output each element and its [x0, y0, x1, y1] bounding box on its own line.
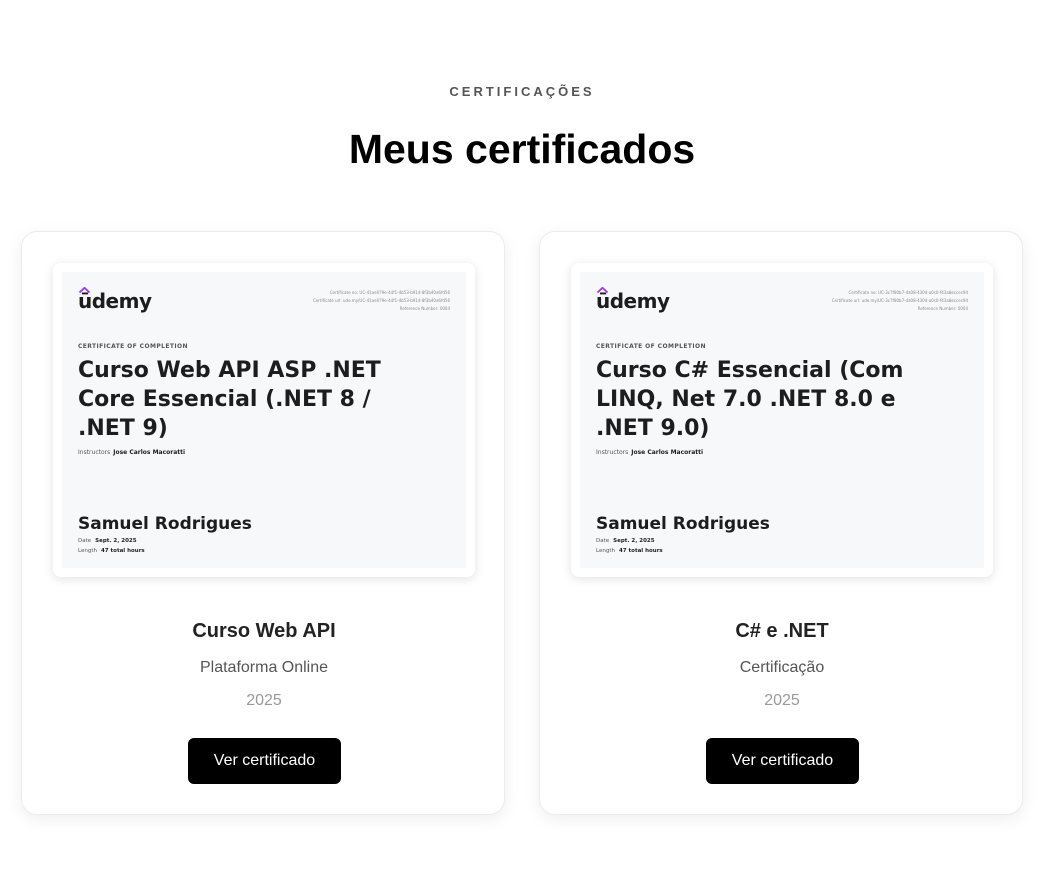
udemy-logo: ūdemy [596, 289, 670, 313]
section-eyebrow: CERTIFICAÇÕES [449, 84, 595, 99]
certificate-date: Date Sept. 2, 2025 [78, 538, 137, 544]
certificate-year: 2025 [246, 692, 282, 709]
certificate-issuer: Plataforma Online [199, 659, 329, 676]
certificate-meta: Certificate no: UC-3c7f80b7-da08-4304-a0… [831, 290, 968, 311]
certificate-issuer: Certificação [739, 659, 825, 676]
section-title: Meus certificados [348, 126, 696, 172]
certificate-preview[interactable]: ūdemy Certificate no: UC-3c7f80b7-da08-4… [571, 263, 993, 577]
certificate-student-name: Samuel Rodrigues [78, 514, 252, 534]
certificate-date: Date Sept. 2, 2025 [596, 538, 655, 544]
certificate-kicker: CERTIFICATE OF COMPLETION [78, 343, 188, 350]
udemy-logo: ūdemy [78, 289, 152, 313]
certificate-instructors: Instructors Jose Carlos Macoratti [78, 449, 186, 456]
certificate-student-name: Samuel Rodrigues [596, 514, 770, 534]
certificate-image: ūdemy Certificate no: UC-3c7f80b7-da08-4… [580, 272, 984, 568]
certificate-name: C# e .NET [735, 620, 829, 642]
certificate-instructors: Instructors Jose Carlos Macoratti [596, 449, 704, 456]
view-certificate-button[interactable]: Ver certificado [188, 738, 341, 784]
view-certificate-button[interactable]: Ver certificado [706, 738, 859, 784]
certificate-course-title: Curso C# Essencial (Com LINQ, Net 7.0 .N… [596, 358, 904, 441]
certificate-image: ūdemy Certificate no: UC-41ae079e-44f1-4… [62, 272, 466, 568]
certifications-section: CERTIFICAÇÕES Meus certificados ūdemy Ce… [0, 0, 1044, 896]
certificate-name: Curso Web API [192, 620, 336, 642]
certificate-card: ūdemy Certificate no: UC-3c7f80b7-da08-4… [539, 231, 1023, 815]
certificate-meta: Certificate no: UC-41ae079e-44f1-4b53-b9… [313, 290, 450, 311]
certificate-length: Length 47 total hours [596, 548, 663, 554]
certificate-length: Length 47 total hours [78, 548, 145, 554]
certificate-preview[interactable]: ūdemy Certificate no: UC-41ae079e-44f1-4… [53, 263, 475, 577]
certificate-kicker: CERTIFICATE OF COMPLETION [596, 343, 706, 350]
certificate-card: ūdemy Certificate no: UC-41ae079e-44f1-4… [21, 231, 505, 815]
certificate-course-title: Curso Web API ASP .NET Core Essencial (.… [78, 358, 381, 441]
certificate-year: 2025 [764, 692, 800, 709]
